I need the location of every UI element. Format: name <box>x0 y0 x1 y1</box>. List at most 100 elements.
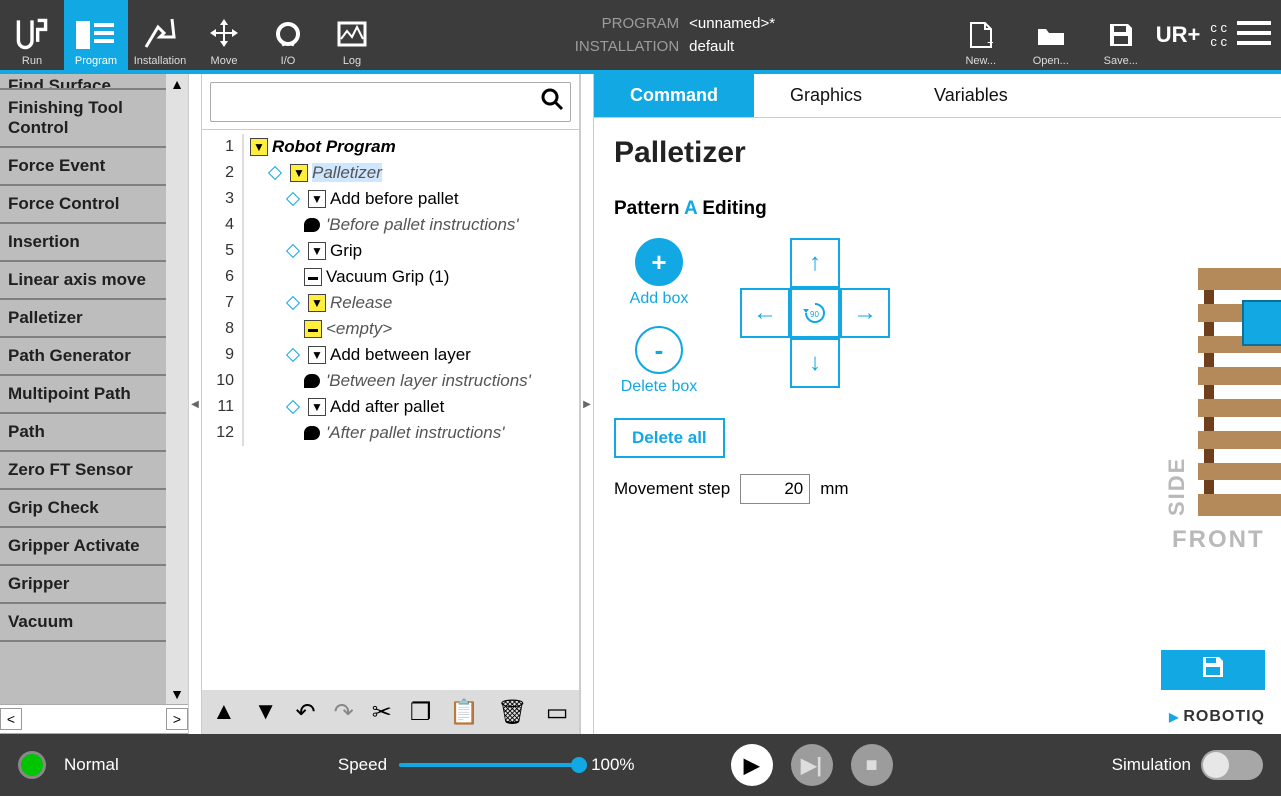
io-icon <box>271 13 305 55</box>
palette-scrollbar[interactable]: ▲ ▼ <box>166 74 188 704</box>
log-icon <box>335 13 369 55</box>
program-icon <box>76 13 116 55</box>
movement-step-input[interactable] <box>740 474 810 504</box>
palette-item-linear-axis-move[interactable]: Linear axis move <box>0 262 166 300</box>
tree-row-9[interactable]: 9▼Add between layer <box>202 342 579 368</box>
speed-slider[interactable] <box>399 763 579 767</box>
palette-item-vacuum[interactable]: Vacuum <box>0 604 166 642</box>
program-tree[interactable]: 1▼Robot Program2▼Palletizer3▼Add before … <box>202 130 579 690</box>
tree-row-5[interactable]: 5▼Grip <box>202 238 579 264</box>
suppress-icon[interactable]: ▭ <box>546 698 569 727</box>
move-up-icon[interactable]: ▲ <box>212 698 236 726</box>
tree-row-1[interactable]: 1▼Robot Program <box>202 134 579 160</box>
tree-row-11[interactable]: 11▼Add after pallet <box>202 394 579 420</box>
nav-prev-button[interactable]: < <box>0 708 22 730</box>
log-tool[interactable]: Log <box>320 0 384 70</box>
panel-save-button[interactable] <box>1161 650 1265 690</box>
svg-text:90: 90 <box>810 310 819 319</box>
box-1[interactable] <box>1242 300 1281 346</box>
install-key: INSTALLATION <box>575 38 679 55</box>
run-tool[interactable]: Run <box>0 0 64 70</box>
bottom-bar: Normal Speed 100% ▶ ▶| ■ Simulation <box>0 734 1281 796</box>
dpad-right-button[interactable]: → <box>840 288 890 338</box>
tab-graphics[interactable]: Graphics <box>754 74 898 117</box>
program-tool[interactable]: Program <box>64 0 128 70</box>
io-label: I/O <box>281 55 296 67</box>
search-icon[interactable] <box>540 87 564 118</box>
resize-handle-left[interactable]: ◀ <box>188 74 202 734</box>
command-palette: Find SurfaceFinishing Tool ControlForce … <box>0 74 188 704</box>
paste-icon[interactable]: 📋 <box>449 698 479 727</box>
pallet-view: SIDE <box>1164 268 1281 516</box>
resize-handle-right[interactable]: ▶ <box>580 74 594 734</box>
dpad-left-button[interactable]: ← <box>740 288 790 338</box>
save-tool[interactable]: Save... <box>1086 0 1156 70</box>
program-key: PROGRAM <box>575 15 679 32</box>
palette-item-insertion[interactable]: Insertion <box>0 224 166 262</box>
palette-item-gripper-activate[interactable]: Gripper Activate <box>0 528 166 566</box>
tree-row-6[interactable]: 6▬Vacuum Grip (1) <box>202 264 579 290</box>
palette-item-zero-ft-sensor[interactable]: Zero FT Sensor <box>0 452 166 490</box>
tree-row-3[interactable]: 3▼Add before pallet <box>202 186 579 212</box>
scroll-up-icon[interactable]: ▲ <box>168 74 186 94</box>
dpad-down-button[interactable]: ↓ <box>790 338 840 388</box>
play-button[interactable]: ▶ <box>731 744 773 786</box>
tree-row-2[interactable]: 2▼Palletizer <box>202 160 579 186</box>
open-tool[interactable]: Open... <box>1016 0 1086 70</box>
palette-item-find-surface[interactable]: Find Surface <box>0 76 166 90</box>
copy-icon[interactable]: ❐ <box>410 698 432 727</box>
urplus-icon[interactable]: UR+ <box>1156 22 1201 48</box>
panel-tabs: Command Graphics Variables <box>594 74 1281 118</box>
io-tool[interactable]: I/O <box>256 0 320 70</box>
palette-item-gripper[interactable]: Gripper <box>0 566 166 604</box>
nav-next-button[interactable]: > <box>166 708 188 730</box>
add-box-label: Add box <box>630 290 689 308</box>
dpad-up-button[interactable]: ↑ <box>790 238 840 288</box>
undo-icon[interactable]: ↶ <box>296 698 316 727</box>
program-name: <unnamed>* <box>689 15 775 32</box>
speed-value: 100% <box>591 755 634 775</box>
search-input[interactable] <box>217 92 540 112</box>
delete-box-button[interactable]: - <box>635 326 683 374</box>
palette-item-grip-check[interactable]: Grip Check <box>0 490 166 528</box>
redo-icon[interactable]: ↷ <box>334 698 354 727</box>
tab-variables[interactable]: Variables <box>898 74 1044 117</box>
delete-all-button[interactable]: Delete all <box>614 418 725 458</box>
palette-item-path-generator[interactable]: Path Generator <box>0 338 166 376</box>
cc-icon[interactable]: c cc c <box>1210 21 1227 50</box>
delete-icon[interactable]: 🗑 <box>497 698 527 727</box>
hamburger-icon[interactable] <box>1237 19 1271 52</box>
stop-button[interactable]: ■ <box>851 744 893 786</box>
installation-tool[interactable]: Installation <box>128 0 192 70</box>
new-label: New... <box>965 55 996 67</box>
move-down-icon[interactable]: ▼ <box>254 698 278 726</box>
tree-row-4[interactable]: 4'Before pallet instructions' <box>202 212 579 238</box>
move-tool[interactable]: Move <box>192 0 256 70</box>
pallet-grid[interactable] <box>1198 268 1281 516</box>
step-button[interactable]: ▶| <box>791 744 833 786</box>
header-right: UR+ c cc c <box>1156 0 1281 70</box>
palette-item-finishing-tool-control[interactable]: Finishing Tool Control <box>0 90 166 148</box>
install-name: default <box>689 38 775 55</box>
palette-item-force-event[interactable]: Force Event <box>0 148 166 186</box>
palette-item-multipoint-path[interactable]: Multipoint Path <box>0 376 166 414</box>
palette-item-force-control[interactable]: Force Control <box>0 186 166 224</box>
open-folder-icon <box>1036 15 1066 55</box>
add-box-button[interactable]: + <box>635 238 683 286</box>
tree-row-10[interactable]: 10'Between layer instructions' <box>202 368 579 394</box>
tree-row-7[interactable]: 7▼Release <box>202 290 579 316</box>
pattern-heading: Pattern A Editing <box>614 198 1261 220</box>
simulation-toggle[interactable] <box>1201 750 1263 780</box>
scroll-down-icon[interactable]: ▼ <box>168 684 186 704</box>
run-label: Run <box>22 55 42 67</box>
tab-command[interactable]: Command <box>594 74 754 117</box>
new-tool[interactable]: + New... <box>946 0 1016 70</box>
palette-item-path[interactable]: Path <box>0 414 166 452</box>
tree-row-12[interactable]: 12'After pallet instructions' <box>202 420 579 446</box>
svg-text:+: + <box>987 34 993 49</box>
save-disk-icon <box>1108 15 1134 55</box>
cut-icon[interactable]: ✂ <box>372 698 392 727</box>
tree-row-8[interactable]: 8▬<empty> <box>202 316 579 342</box>
dpad-rotate-button[interactable]: 90 <box>790 288 840 338</box>
palette-item-palletizer[interactable]: Palletizer <box>0 300 166 338</box>
